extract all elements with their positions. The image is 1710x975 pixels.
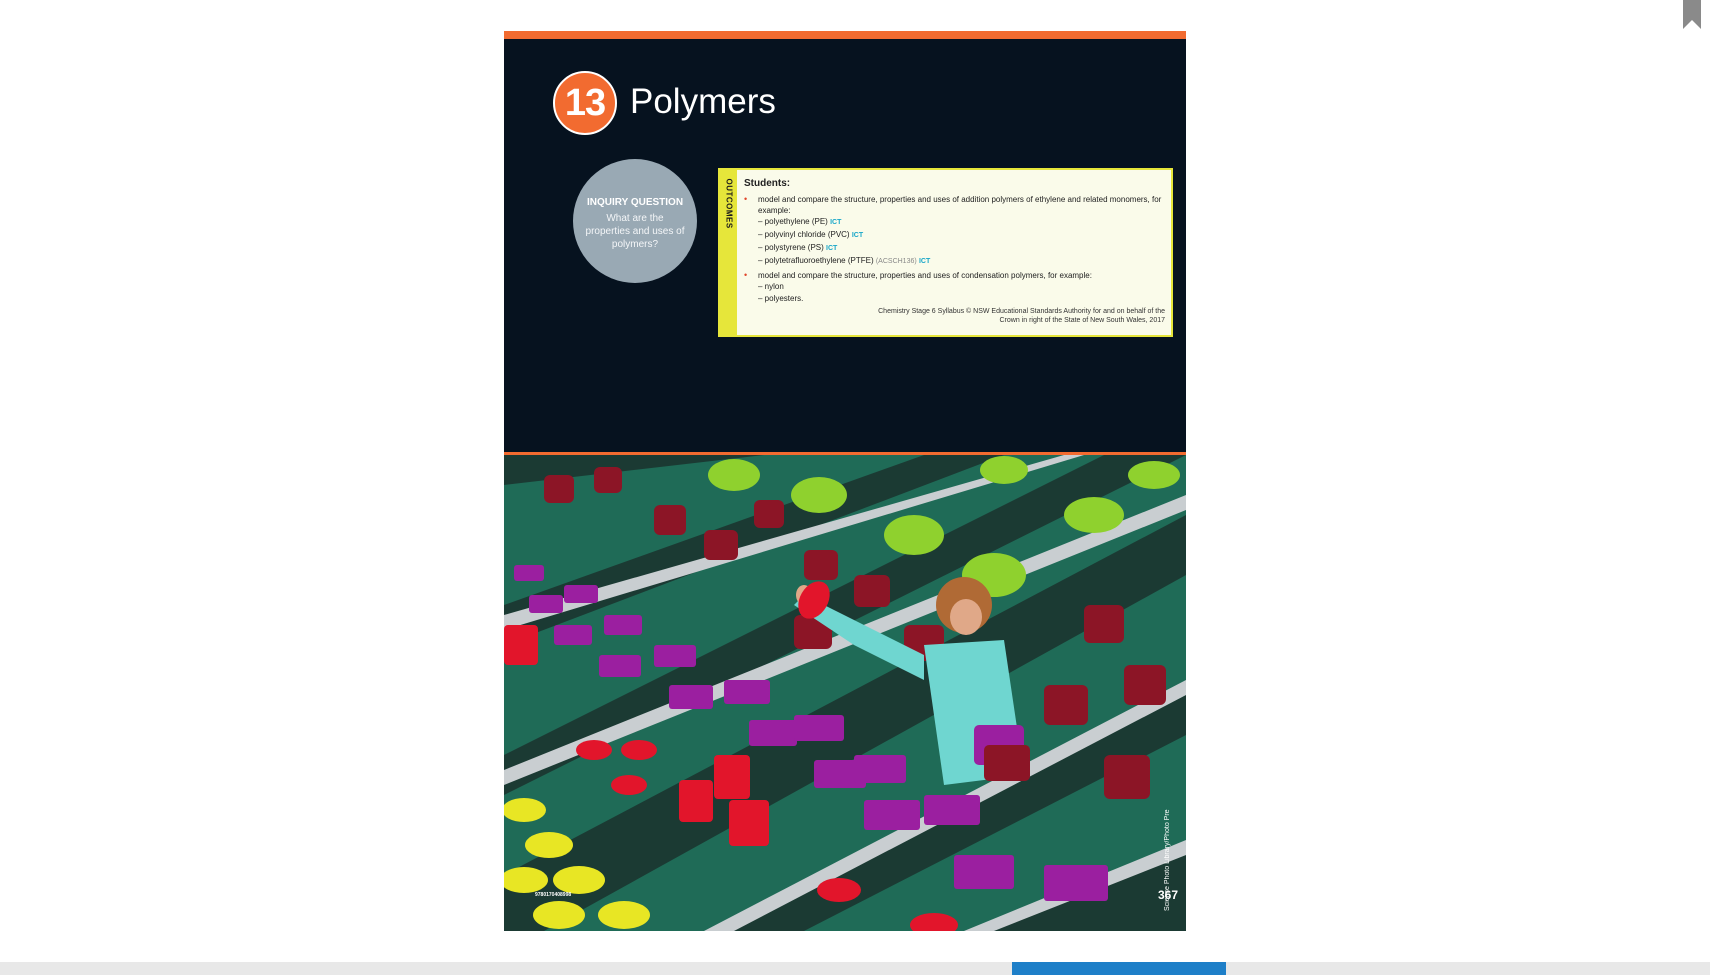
ict-tag: ICT <box>830 219 842 226</box>
outcomes-box: OUTCOMES Students: model and compare the… <box>718 168 1173 337</box>
sub-item-text: – polystyrene (PS) <box>758 243 824 252</box>
outcome-sub-item: – polyesters. <box>758 294 804 303</box>
outcome-bullet: model and compare the structure, propert… <box>744 270 1168 281</box>
outcome-sub-item: – nylon <box>758 282 784 291</box>
outcome-sub-item: – polystyrene (PS) ICT <box>744 242 1168 255</box>
factory-conveyor-photo <box>504 455 1186 931</box>
page-number: 367 <box>1157 888 1178 902</box>
inquiry-question-circle: INQUIRY QUESTION What are the properties… <box>573 159 697 283</box>
bookmark-icon[interactable] <box>1683 0 1701 29</box>
outcomes-intro: Students: <box>744 178 791 189</box>
inquiry-question-text: What are the properties and uses of poly… <box>585 213 685 250</box>
sub-item-text: – polytetrafluoroethylene (PTFE) <box>758 256 874 265</box>
syllabus-credit: Chemistry Stage 6 Syllabus © NSW Educati… <box>878 308 1165 324</box>
horizontal-scrollbar-track[interactable] <box>0 962 1710 975</box>
ict-tag: ICT <box>918 258 931 265</box>
outcomes-tab-label: OUTCOMES <box>724 178 734 229</box>
outcome-bullet: model and compare the structure, propert… <box>744 194 1168 216</box>
chapter-number-badge: 13 <box>553 71 617 135</box>
outcome-sub-item: – polyethylene (PE) ICT <box>744 216 1168 229</box>
ict-tag: ICT <box>851 232 864 239</box>
sub-item-text: – polyethylene (PE) <box>758 217 828 226</box>
outcome-sub-item: – polytetrafluoroethylene (PTFE) (ACSCH1… <box>744 255 1168 268</box>
outcomes-content: Students: model and compare the structur… <box>744 178 1168 305</box>
syllabus-code: (ACSCH136) <box>875 258 917 265</box>
chapter-title: Polymers <box>630 82 776 121</box>
sub-item-text: – polyvinyl chloride (PVC) <box>758 230 850 239</box>
inquiry-heading: INQUIRY QUESTION <box>586 197 684 208</box>
outcome-sub-item: – polyvinyl chloride (PVC) ICT <box>744 229 1168 242</box>
horizontal-scrollbar-thumb[interactable] <box>1012 962 1226 975</box>
outcomes-tab: OUTCOMES <box>720 170 737 335</box>
isbn-number: 9780170408998 <box>535 892 572 898</box>
ict-tag: ICT <box>826 245 838 252</box>
top-accent-bar <box>504 31 1186 39</box>
book-page: 13 Polymers INQUIRY QUESTION What are th… <box>504 31 1186 931</box>
